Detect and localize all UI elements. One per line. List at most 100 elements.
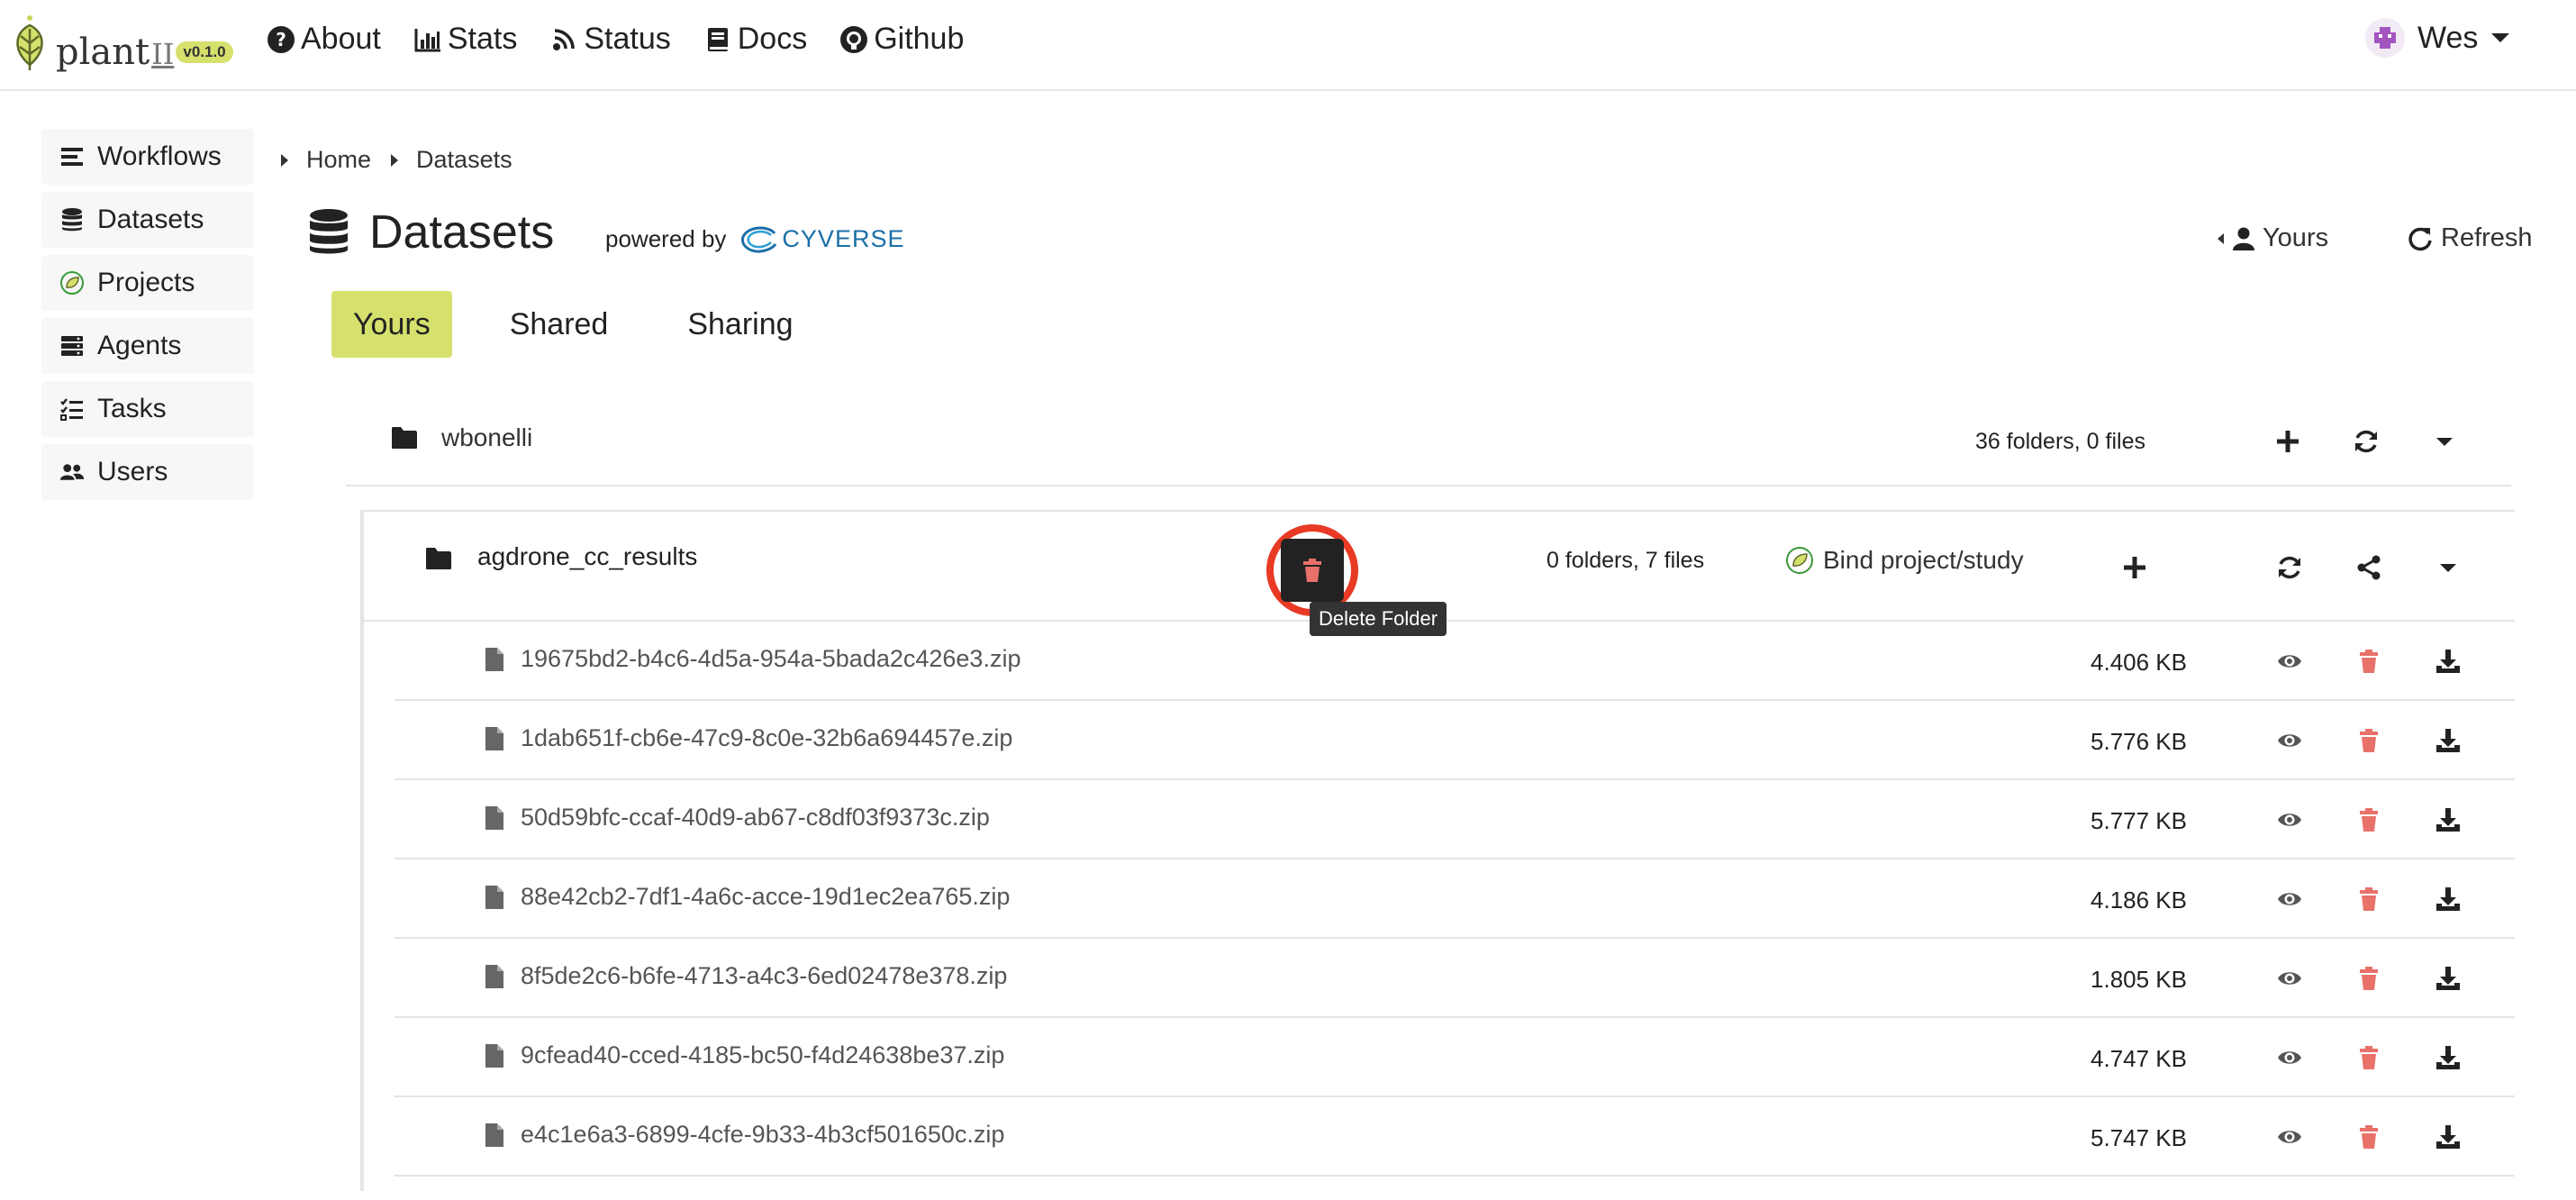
tab-yours[interactable]: Yours (331, 291, 452, 358)
download-file-button[interactable] (2430, 802, 2466, 838)
brand-name: plant (56, 32, 150, 73)
delete-file-button[interactable] (2351, 643, 2387, 679)
subfolder-name[interactable]: agdrone_cc_results (477, 542, 697, 571)
file-icon (485, 727, 503, 750)
root-folder-row: wbonelli 36 folders, 0 files (346, 400, 2511, 486)
tab-sharing[interactable]: Sharing (666, 291, 814, 358)
file-name[interactable]: 1dab651f-cb6e-47c9-8c0e-32b6a694457e.zip (521, 724, 1012, 752)
nav-status-link[interactable]: Status (549, 22, 671, 57)
yours-toggle-button[interactable]: Yours (2216, 223, 2328, 253)
trash-icon (2360, 1125, 2378, 1149)
view-file-button[interactable] (2272, 723, 2308, 759)
delete-file-button[interactable] (2351, 1040, 2387, 1076)
brand-logo[interactable]: plant II v0.1.0 (7, 9, 233, 72)
root-more-dropdown[interactable] (2426, 423, 2463, 459)
database-icon (310, 209, 348, 254)
trash-icon (2360, 887, 2378, 911)
list-icon (61, 148, 83, 166)
delete-file-button[interactable] (2351, 723, 2387, 759)
delete-file-button[interactable] (2351, 881, 2387, 917)
users-icon (59, 464, 85, 480)
eye-icon (2278, 1051, 2301, 1064)
sidebar-item-tasks[interactable]: Tasks (41, 381, 254, 437)
breadcrumb-home[interactable]: Home (281, 146, 371, 174)
tab-shared[interactable]: Shared (488, 291, 630, 358)
bind-project-button[interactable]: Bind project/study (1785, 546, 2024, 575)
nav-stats-label: Stats (447, 22, 518, 56)
breadcrumb-datasets[interactable]: Datasets (391, 146, 512, 174)
view-file-button[interactable] (2272, 881, 2308, 917)
download-file-button[interactable] (2430, 881, 2466, 917)
file-size: 5.747 KB (2091, 1124, 2187, 1151)
file-name[interactable]: 9cfead40-cced-4185-bc50-f4d24638be37.zip (521, 1041, 1004, 1069)
leaf-icon (60, 271, 84, 295)
cyverse-logo-icon (741, 226, 777, 253)
refresh-button[interactable]: Refresh (2407, 223, 2533, 253)
chevron-down-icon (2491, 33, 2510, 42)
subfolder-more-dropdown[interactable] (2430, 550, 2466, 586)
view-file-button[interactable] (2272, 960, 2308, 996)
file-name[interactable]: 19675bd2-b4c6-4d5a-954a-5bada2c426e3.zip (521, 645, 1020, 673)
file-icon (485, 648, 503, 671)
avatar (2365, 18, 2405, 58)
root-folder-name[interactable]: wbonelli (441, 423, 532, 452)
database-icon (62, 208, 82, 232)
download-file-button[interactable] (2430, 723, 2466, 759)
nav-github-link[interactable]: Github (839, 22, 964, 57)
view-file-button[interactable] (2272, 1040, 2308, 1076)
trash-icon (2360, 729, 2378, 752)
table-row: e4c1e6a3-6899-4cfe-9b33-4b3cf501650c.zip… (395, 1097, 2515, 1177)
refresh-label: Refresh (2441, 223, 2533, 252)
file-name[interactable]: 8f5de2c6-b6fe-4713-a4c3-6ed02478e378.zip (521, 962, 1007, 990)
nav-docs-link[interactable]: Docs (703, 22, 807, 57)
download-file-button[interactable] (2430, 1119, 2466, 1155)
download-icon (2436, 1046, 2460, 1069)
folder-icon (392, 427, 417, 449)
user-menu[interactable]: Wes (2365, 18, 2510, 58)
subfolder-sync-button[interactable] (2272, 550, 2308, 586)
user-name: Wes (2417, 20, 2479, 55)
delete-file-button[interactable] (2351, 1119, 2387, 1155)
sync-icon (2355, 430, 2377, 453)
trash-icon (2360, 1046, 2378, 1069)
delete-folder-button[interactable] (1281, 539, 1344, 602)
nav-about-link[interactable]: ? About (267, 22, 381, 57)
file-name[interactable]: 88e42cb2-7df1-4a6c-acce-19d1ec2ea765.zip (521, 883, 1010, 911)
sidebar-item-datasets[interactable]: Datasets (41, 192, 254, 248)
download-icon (2436, 967, 2460, 990)
caret-right-icon (281, 153, 288, 167)
delete-file-button[interactable] (2351, 802, 2387, 838)
sidebar-item-agents[interactable]: Agents (41, 318, 254, 374)
file-size: 1.805 KB (2091, 966, 2187, 993)
subfolder-add-button[interactable] (2117, 550, 2153, 586)
sidebar-item-label: Agents (97, 331, 182, 360)
view-file-button[interactable] (2272, 1119, 2308, 1155)
share-icon (2357, 555, 2381, 580)
sidebar-item-projects[interactable]: Projects (41, 255, 254, 311)
sidebar-item-users[interactable]: Users (41, 444, 254, 500)
file-name[interactable]: e4c1e6a3-6899-4cfe-9b33-4b3cf501650c.zip (521, 1121, 1004, 1149)
sidebar: Workflows Datasets Projects Agents Tasks… (41, 129, 254, 507)
subfolder-share-button[interactable] (2351, 550, 2387, 586)
view-file-button[interactable] (2272, 643, 2308, 679)
tasks-icon (60, 398, 83, 421)
download-file-button[interactable] (2430, 643, 2466, 679)
caret-down-icon (2436, 438, 2453, 446)
download-file-button[interactable] (2430, 1040, 2466, 1076)
sidebar-item-workflows[interactable]: Workflows (41, 129, 254, 185)
trash-icon (2360, 808, 2378, 832)
table-row: 88e42cb2-7df1-4a6c-acce-19d1ec2ea765.zip… (395, 859, 2515, 939)
root-sync-button[interactable] (2348, 423, 2384, 459)
root-add-button[interactable] (2270, 423, 2306, 459)
bind-project-label: Bind project/study (1823, 546, 2024, 574)
sidebar-item-label: Users (97, 457, 168, 486)
delete-file-button[interactable] (2351, 960, 2387, 996)
nav-stats-link[interactable]: Stats (413, 22, 517, 57)
file-list: 19675bd2-b4c6-4d5a-954a-5bada2c426e3.zip… (395, 622, 2515, 1177)
view-file-button[interactable] (2272, 802, 2308, 838)
nav-status-label: Status (584, 22, 671, 56)
subfolder-count: 0 folders, 7 files (1547, 548, 1705, 573)
powered-by: powered by CYVERSE (605, 225, 904, 253)
download-file-button[interactable] (2430, 960, 2466, 996)
file-name[interactable]: 50d59bfc-ccaf-40d9-ab67-c8df03f9373c.zip (521, 804, 990, 832)
